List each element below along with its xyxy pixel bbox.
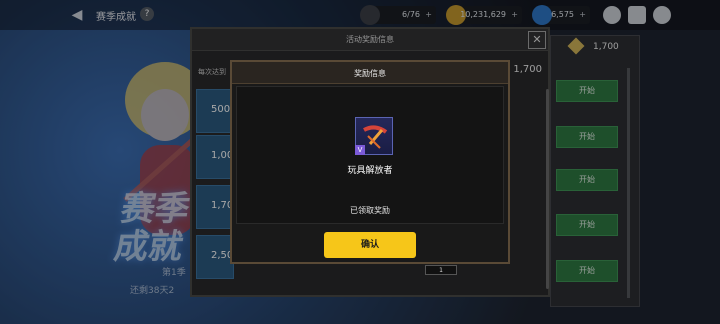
claim-status: 已领取奖励	[350, 206, 390, 215]
confirm-button[interactable]: 确认	[324, 232, 416, 258]
reward-item-name: 玩具解放者	[347, 166, 393, 176]
modal-header: 奖励信息	[232, 62, 508, 84]
modal-body: V 玩具解放者 已领取奖励	[236, 86, 504, 224]
reward-info-modal: 奖励信息 V 玩具解放者 已领取奖励 确认	[230, 60, 510, 264]
page-indicator: 1	[425, 265, 457, 275]
modal-title: 奖励信息	[354, 69, 386, 78]
reward-item-slot[interactable]: V	[355, 117, 393, 155]
rarity-badge: V	[355, 145, 365, 155]
